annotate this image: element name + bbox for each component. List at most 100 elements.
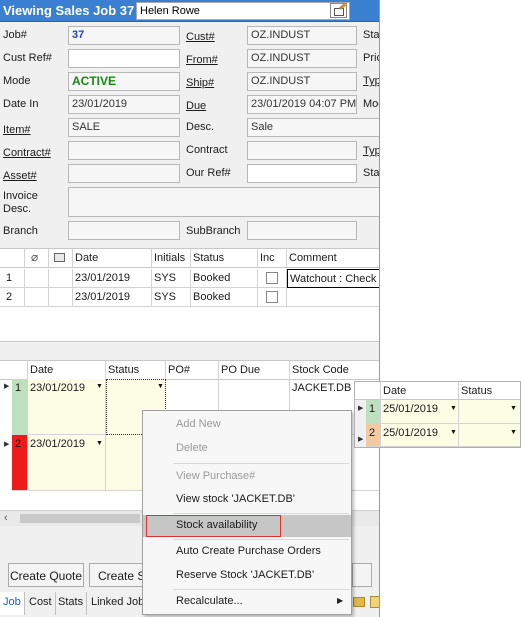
tab-stats[interactable]: Stats (55, 592, 88, 615)
stock-header-stock-code[interactable]: Stock Code (290, 361, 379, 380)
stock-header-date[interactable]: Date (28, 361, 106, 380)
schedule-header-inc[interactable]: Inc (258, 249, 287, 268)
from-field[interactable]: OZ.INDUST (247, 49, 357, 68)
schedule-header-date[interactable]: Date (73, 249, 152, 268)
inc-checkbox[interactable] (266, 291, 278, 303)
menu-item-view-purchase[interactable]: View Purchase# (143, 466, 351, 488)
tab-cost[interactable]: Cost (26, 592, 56, 615)
title-bar: Viewing Sales Job 37 Helen Rowe ▼ (0, 0, 379, 22)
edit-note-icon[interactable] (330, 3, 347, 18)
employee-combo[interactable]: Helen Rowe ▼ (136, 2, 350, 20)
due-label[interactable]: Due (186, 100, 206, 112)
status-cell[interactable]: Booked (191, 288, 258, 307)
schedule-header-comment[interactable]: Comment (287, 249, 379, 268)
schedule-header-note[interactable] (49, 249, 73, 268)
chevron-down-icon[interactable]: ▼ (96, 383, 103, 390)
context-menu: Add New Delete View Purchase# View stock… (142, 410, 352, 615)
desc-field[interactable]: Sale (247, 118, 379, 137)
comment-cell[interactable]: Watchout : Check (287, 269, 379, 288)
contract-number-field[interactable] (68, 141, 180, 160)
scrollbar-thumb[interactable] (20, 514, 140, 523)
our-ref-label: Our Ref# (186, 167, 231, 179)
sta2-label: Sta (363, 167, 380, 179)
menu-item-view-stock[interactable]: View stock 'JACKET.DB' (143, 489, 351, 511)
mode-field[interactable]: ACTIVE (68, 72, 180, 91)
item-field[interactable]: SALE (68, 118, 180, 137)
attach-cell (25, 288, 49, 307)
typ2-label[interactable]: Typ (363, 145, 379, 157)
cust-ref-label: Cust Ref# (3, 52, 52, 64)
date-cell[interactable]: 23/01/2019 (28, 435, 106, 491)
branch-label: Branch (3, 225, 38, 237)
invoice-desc-field[interactable] (68, 187, 379, 217)
cust-ref-field[interactable] (68, 49, 180, 68)
date-cell[interactable]: 25/01/2019 (381, 424, 459, 447)
date-cell[interactable]: 23/01/2019 (73, 288, 152, 307)
panel-header-status[interactable]: Status (459, 382, 520, 400)
date-cell[interactable]: 23/01/2019 (28, 379, 106, 435)
moc-label: Moc (363, 98, 379, 110)
initials-cell[interactable]: SYS (152, 269, 191, 288)
cust-field[interactable]: OZ.INDUST (247, 26, 357, 45)
chevron-down-icon[interactable]: ▼ (510, 429, 517, 436)
schedule-header-attach[interactable]: ⌀ (25, 249, 49, 268)
subbranch-field[interactable] (247, 221, 357, 240)
chevron-down-icon[interactable]: ▼ (450, 429, 457, 436)
schedule-header-num (0, 249, 25, 268)
stock-header-po[interactable]: PO# (166, 361, 219, 380)
menu-item-auto-create-po[interactable]: Auto Create Purchase Orders (143, 541, 351, 563)
stock-header-po-due[interactable]: PO Due (219, 361, 290, 380)
due-field[interactable]: 23/01/2019 04:07 PM (247, 95, 357, 114)
schedule-header-status[interactable]: Status (191, 249, 258, 268)
chevron-down-icon[interactable]: ▼ (96, 440, 103, 447)
comment-cell[interactable] (287, 288, 379, 307)
asset-field[interactable] (68, 164, 180, 183)
panel-header-date[interactable]: Date (381, 382, 459, 400)
desc-label: Desc. (186, 121, 215, 133)
our-ref-field[interactable] (247, 164, 357, 183)
menu-item-recalculate[interactable]: Recalculate... (143, 591, 351, 613)
date-cell[interactable]: 23/01/2019 (73, 269, 152, 288)
date-in-field[interactable]: 23/01/2019 (68, 95, 180, 114)
status-cell[interactable]: Booked (191, 269, 258, 288)
ship-label[interactable]: Ship# (186, 77, 214, 89)
stock-header-status[interactable]: Status (106, 361, 166, 380)
row-number: 1 (366, 400, 381, 424)
tab-linked-job[interactable]: Linked Job (88, 592, 149, 615)
folder-icon[interactable] (353, 597, 365, 607)
create-s-button[interactable]: Create S (89, 563, 149, 587)
notes-icon[interactable] (370, 596, 379, 608)
menu-item-delete[interactable]: Delete (143, 438, 351, 460)
scroll-left-icon[interactable]: ‹ (4, 512, 8, 524)
contract-field[interactable] (247, 141, 357, 160)
cust-label[interactable]: Cust# (186, 31, 215, 43)
chevron-down-icon[interactable]: ▼ (510, 405, 517, 412)
typ-label[interactable]: Typ (363, 75, 379, 87)
date-cell[interactable]: 25/01/2019 (381, 400, 459, 424)
job-label: Job# (3, 29, 27, 41)
chevron-down-icon[interactable]: ▼ (450, 405, 457, 412)
status-cell[interactable] (459, 400, 520, 424)
chevron-down-icon[interactable]: ▼ (157, 383, 164, 390)
initials-cell[interactable]: SYS (152, 288, 191, 307)
row-pointer-icon: ▶ (4, 383, 10, 390)
ship-field[interactable]: OZ.INDUST (247, 72, 357, 91)
menu-item-reserve-stock[interactable]: Reserve Stock 'JACKET.DB' (143, 565, 351, 587)
asset-label[interactable]: Asset# (3, 170, 37, 182)
hidden-button[interactable] (352, 563, 372, 587)
tab-job[interactable]: Job (0, 592, 25, 615)
job-number-field[interactable]: 37 (68, 26, 180, 45)
branch-field[interactable] (68, 221, 180, 240)
create-quote-button[interactable]: Create Quote (8, 563, 84, 587)
row-pointer-icon: ▶ (358, 436, 364, 443)
menu-item-add-new[interactable]: Add New (143, 414, 351, 436)
employee-name: Helen Rowe (140, 5, 200, 17)
contract-number-label[interactable]: Contract# (3, 147, 51, 159)
panel-header-indicator (355, 382, 381, 400)
inc-checkbox[interactable] (266, 272, 278, 284)
item-label[interactable]: Item# (3, 124, 31, 136)
row-pointer-icon: ▶ (358, 405, 364, 412)
from-label[interactable]: From# (186, 54, 218, 66)
schedule-header-initials[interactable]: Initials (152, 249, 191, 268)
contract-label: Contract (186, 144, 228, 156)
